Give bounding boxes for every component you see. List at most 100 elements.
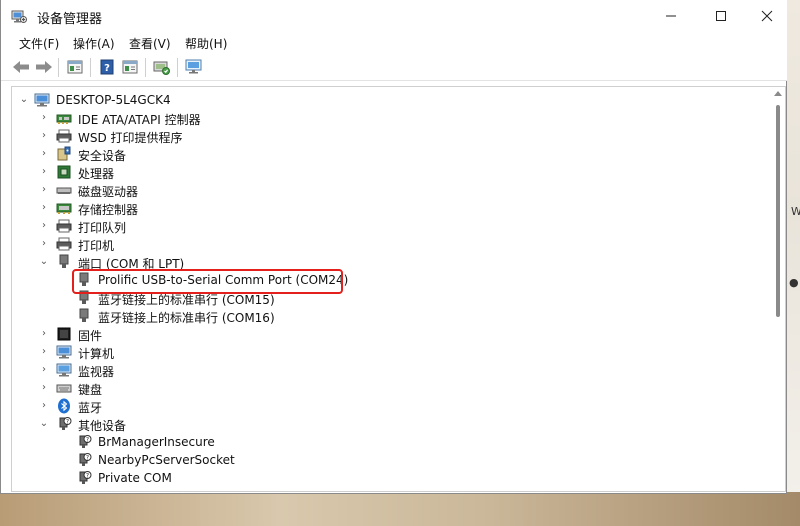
tree-item[interactable]: › 打印队列 — [12, 217, 772, 235]
svg-text:?: ? — [86, 436, 89, 443]
chevron-right-icon[interactable]: › — [38, 148, 50, 160]
tree-item[interactable]: › WSD 打印提供程序 — [12, 127, 772, 145]
port-icon — [79, 308, 89, 322]
tree-item[interactable]: › 打印机 — [12, 235, 772, 253]
port-icon — [59, 254, 69, 268]
menu-file[interactable]: 文件(F) — [19, 35, 59, 52]
tree-item-label: 打印队列 — [78, 221, 127, 235]
chevron-right-icon[interactable]: › — [38, 184, 50, 196]
toolbar: ? — [1, 54, 787, 81]
chevron-right-icon[interactable]: › — [38, 166, 50, 178]
monitor-button[interactable] — [184, 58, 204, 76]
keyboard-icon — [56, 384, 72, 393]
chevron-down-icon[interactable]: ⌄ — [38, 256, 50, 268]
chevron-right-icon[interactable]: › — [38, 382, 50, 394]
minimize-icon — [666, 15, 676, 17]
tree-item-other-devices[interactable]: ⌄ ? 其他设备 — [12, 415, 772, 433]
forward-button[interactable] — [34, 58, 54, 76]
chevron-right-icon[interactable]: › — [38, 364, 50, 376]
tree-item[interactable]: › 存储控制器 — [12, 199, 772, 217]
printer-icon — [56, 237, 72, 251]
scrollbar-thumb[interactable] — [776, 105, 780, 317]
tree-child-item[interactable]: ? NearbyPcServerSocket — [12, 451, 772, 469]
properties-icon — [67, 60, 83, 74]
tree-child-item[interactable]: 蓝牙链接上的标准串行 (COM16) — [12, 307, 772, 325]
vertical-scrollbar[interactable] — [771, 87, 785, 491]
highlight-box — [72, 269, 343, 294]
title-bar[interactable]: 设备管理器 — [1, 0, 787, 32]
tree-item[interactable]: › IDE ATA/ATAPI 控制器 — [12, 109, 772, 127]
ide-controller-icon — [56, 114, 72, 124]
firmware-icon — [57, 327, 71, 341]
security-device-icon — [57, 146, 71, 161]
driver-button[interactable] — [120, 58, 140, 76]
minimize-button[interactable] — [648, 0, 694, 32]
properties-button[interactable] — [65, 58, 85, 76]
scan-hardware-button[interactable] — [152, 58, 172, 76]
chevron-right-icon[interactable]: › — [38, 220, 50, 232]
chevron-right-icon[interactable]: › — [38, 400, 50, 412]
computer-icon — [34, 93, 50, 107]
back-button[interactable] — [11, 58, 31, 76]
tree-item-label: NearbyPcServerSocket — [98, 453, 235, 467]
chevron-right-icon[interactable]: › — [38, 130, 50, 142]
scroll-up-icon[interactable] — [774, 91, 782, 96]
tree-item-label: 固件 — [78, 329, 103, 343]
chevron-right-icon[interactable]: › — [38, 202, 50, 214]
toolbar-separator — [90, 58, 91, 77]
svg-text:?: ? — [86, 472, 89, 479]
tree-item[interactable]: › 安全设备 — [12, 145, 772, 163]
tree-item-label: 其他设备 — [78, 419, 127, 433]
tree-item-label: 处理器 — [78, 167, 115, 181]
device-tree[interactable]: ⌄ DESKTOP-5L4GCK4 › IDE ATA/ATAPI 控制器 › — [11, 86, 786, 492]
maximize-button[interactable] — [698, 0, 744, 32]
maximize-icon — [716, 11, 726, 21]
chevron-right-icon[interactable]: › — [38, 238, 50, 250]
tree-child-item[interactable]: ? BrManagerInsecure — [12, 433, 772, 451]
disk-drive-icon — [56, 187, 72, 194]
desktop-taskbar-area — [0, 492, 800, 526]
tree-item[interactable]: › 磁盘驱动器 — [12, 181, 772, 199]
chevron-right-icon[interactable]: › — [38, 112, 50, 124]
help-button[interactable]: ? — [97, 58, 117, 76]
menu-action[interactable]: 操作(A) — [73, 35, 115, 52]
chevron-down-icon[interactable]: ⌄ — [18, 94, 30, 106]
close-button[interactable] — [744, 0, 790, 32]
computer-icon — [56, 345, 72, 359]
tree-item[interactable]: › 监视器 — [12, 361, 772, 379]
tree-item-label: 计算机 — [78, 347, 115, 361]
tree-item[interactable]: › 固件 — [12, 325, 772, 343]
window-title: 设备管理器 — [37, 12, 103, 27]
monitor-icon — [56, 363, 72, 377]
tree-item[interactable]: › 处理器 — [12, 163, 772, 181]
svg-text:?: ? — [66, 418, 69, 425]
driver-icon — [122, 60, 138, 74]
tree-item[interactable]: › 计算机 — [12, 343, 772, 361]
tree-item-label: 监视器 — [78, 365, 115, 379]
monitor-icon — [185, 59, 202, 74]
menu-help[interactable]: 帮助(H) — [185, 35, 227, 52]
tree-item-label: IDE ATA/ATAPI 控制器 — [78, 113, 201, 127]
tree-root[interactable]: ⌄ DESKTOP-5L4GCK4 — [12, 91, 772, 109]
menu-view[interactable]: 查看(V) — [129, 35, 171, 52]
tree-item-label: 存储控制器 — [78, 203, 139, 217]
unknown-device-icon: ? — [79, 435, 92, 448]
tree-item-label: BrManagerInsecure — [98, 435, 215, 449]
chevron-right-icon[interactable]: › — [38, 328, 50, 340]
chevron-right-icon[interactable]: › — [38, 346, 50, 358]
menu-bar: 文件(F) 操作(A) 查看(V) 帮助(H) — [1, 32, 787, 54]
tree-item-label: 蓝牙 — [78, 401, 103, 415]
print-queue-icon — [56, 219, 72, 233]
device-manager-window: 设备管理器 文件(F) 操作(A) 查看(V) 帮助(H) ? ⌄ DESKTO… — [0, 0, 787, 494]
tree-child-item[interactable]: ? Private COM — [12, 469, 772, 487]
wsd-printer-icon — [56, 129, 72, 143]
forward-icon — [36, 61, 52, 73]
tree-item[interactable]: › 键盘 — [12, 379, 772, 397]
tree-item-label: 键盘 — [78, 383, 103, 397]
close-icon — [761, 10, 773, 22]
device-manager-icon — [11, 10, 27, 23]
help-icon: ? — [100, 59, 114, 75]
scan-hardware-icon — [153, 61, 170, 75]
chevron-down-icon[interactable]: ⌄ — [38, 418, 50, 430]
tree-item[interactable]: › 蓝牙 — [12, 397, 772, 415]
